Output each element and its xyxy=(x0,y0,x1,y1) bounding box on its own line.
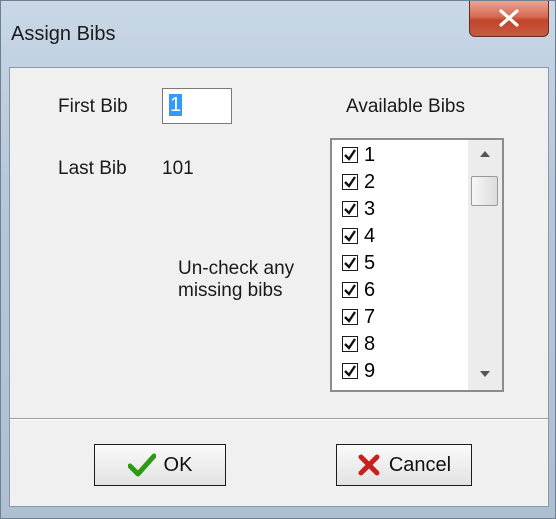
hint-line-1: Un-check any xyxy=(178,258,295,279)
list-item[interactable]: 1 xyxy=(342,142,375,168)
close-button[interactable] xyxy=(469,1,549,37)
ok-label: OK xyxy=(163,453,193,476)
assign-bibs-dialog: Assign Bibs First Bib 1 Last Bib 101 Ava… xyxy=(0,0,556,519)
bib-label: 8 xyxy=(364,332,376,355)
hint-line-2: missing bibs xyxy=(178,280,283,301)
vertical-scrollbar[interactable] xyxy=(468,140,502,390)
last-bib-value: 101 xyxy=(162,158,194,179)
arrow-down-icon xyxy=(480,371,490,377)
list-item[interactable]: 8 xyxy=(342,331,375,357)
bib-checkbox[interactable] xyxy=(342,282,358,298)
bib-label: 3 xyxy=(364,197,376,220)
checkmark-icon xyxy=(127,453,156,477)
bib-checkbox[interactable] xyxy=(342,336,358,352)
bib-checkbox[interactable] xyxy=(342,228,358,244)
bib-label: 9 xyxy=(364,359,376,382)
cancel-button[interactable]: Cancel xyxy=(336,444,472,486)
first-bib-value: 1 xyxy=(169,94,183,116)
list-item[interactable]: 4 xyxy=(342,223,375,249)
ok-button[interactable]: OK xyxy=(94,444,226,486)
first-bib-label: First Bib xyxy=(58,96,128,117)
available-bibs-list[interactable]: 1 2 3 4 5 6 7 8 9 xyxy=(330,138,504,392)
first-bib-input[interactable]: 1 xyxy=(162,88,232,124)
list-item[interactable]: 5 xyxy=(342,250,375,276)
bib-checkbox[interactable] xyxy=(342,174,358,190)
x-icon xyxy=(358,454,380,476)
arrow-up-icon xyxy=(480,151,490,157)
bib-label: 6 xyxy=(364,278,376,301)
list-item[interactable]: 7 xyxy=(342,304,375,330)
list-item[interactable]: 3 xyxy=(342,196,375,222)
list-item[interactable]: 9 xyxy=(342,358,375,384)
dialog-body: First Bib 1 Last Bib 101 Available Bibs … xyxy=(9,67,549,507)
bib-checkbox[interactable] xyxy=(342,309,358,325)
separator xyxy=(10,418,548,420)
bib-label: 5 xyxy=(364,251,376,274)
scroll-down-button[interactable] xyxy=(468,360,502,390)
scroll-thumb[interactable] xyxy=(471,176,498,206)
bib-checkbox[interactable] xyxy=(342,255,358,271)
bib-label: 2 xyxy=(364,170,376,193)
available-bibs-label: Available Bibs xyxy=(346,96,466,117)
window-title: Assign Bibs xyxy=(11,23,116,45)
close-icon xyxy=(499,9,519,27)
bib-checkbox[interactable] xyxy=(342,147,358,163)
list-item[interactable]: 2 xyxy=(342,169,375,195)
bib-label: 4 xyxy=(364,224,376,247)
bib-label: 1 xyxy=(364,143,376,166)
list-item[interactable]: 6 xyxy=(342,277,375,303)
bib-label: 7 xyxy=(364,305,376,328)
bib-checkbox[interactable] xyxy=(342,201,358,217)
scroll-up-button[interactable] xyxy=(468,140,502,170)
uncheck-hint: Un-check any missing bibs xyxy=(178,258,294,302)
bib-checkbox[interactable] xyxy=(342,363,358,379)
last-bib-label: Last Bib xyxy=(58,158,127,179)
cancel-label: Cancel xyxy=(388,453,452,476)
